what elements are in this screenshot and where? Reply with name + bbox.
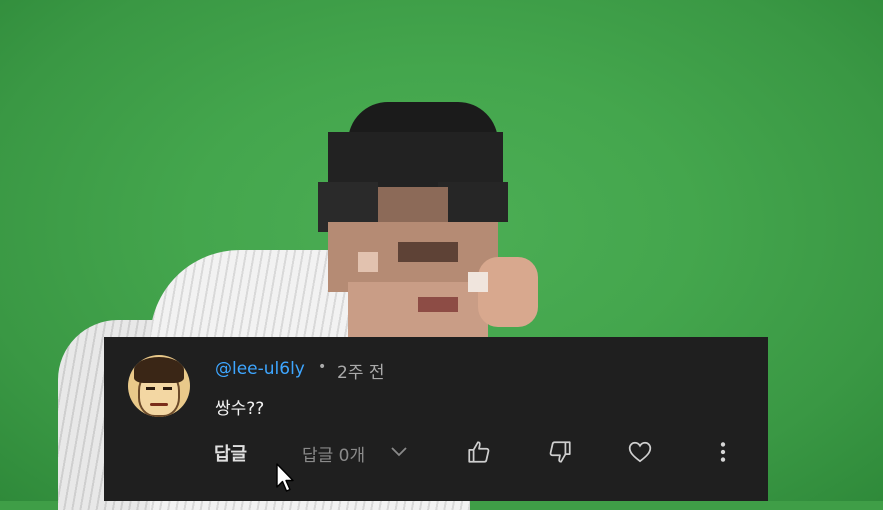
mouse-cursor-icon: [276, 463, 294, 492]
avatar-mouth: [150, 403, 168, 406]
meta-separator: •: [318, 359, 327, 375]
comment-author[interactable]: @lee-ul6ly: [215, 359, 305, 379]
reply-button[interactable]: 답글: [214, 440, 247, 466]
avatar-eye-left: [146, 387, 155, 390]
heart-icon[interactable]: [627, 439, 653, 465]
replies-count[interactable]: 답글 0개: [302, 441, 365, 466]
more-vert-icon[interactable]: [710, 439, 736, 465]
comment-panel: @lee-ul6ly • 2주 전 쌍수?? 답글 답글 0개: [104, 337, 768, 501]
chevron-down-icon[interactable]: [390, 444, 408, 458]
avatar-hair: [134, 357, 184, 383]
avatar-eye-right: [163, 387, 172, 390]
mosaic-face: [318, 92, 538, 342]
comment-text: 쌍수??: [215, 399, 265, 419]
thumb-down-icon[interactable]: [547, 439, 573, 465]
avatar[interactable]: [128, 355, 190, 417]
thumb-up-icon[interactable]: [466, 439, 492, 465]
comment-time[interactable]: 2주 전: [337, 358, 385, 383]
